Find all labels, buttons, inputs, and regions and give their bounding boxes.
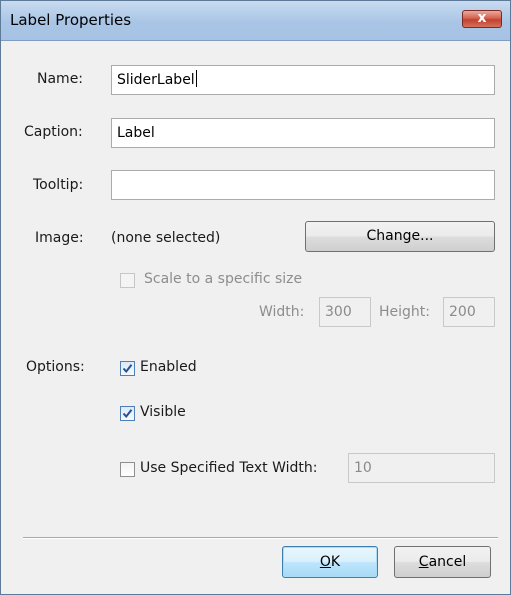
enabled-checkbox[interactable] [120,361,135,376]
cancel-button[interactable]: Cancel [394,546,491,578]
ok-button[interactable]: OK [282,546,378,578]
options-label: Options: [26,359,85,375]
name-value: SliderLabel [117,72,195,88]
visible-label: Visible [140,404,186,420]
width-field[interactable]: 300 [319,297,371,327]
caption-label: Caption: [24,124,83,140]
scale-label: Scale to a specific size [144,271,303,287]
ok-rest: K [330,554,341,570]
checkmark-icon [122,364,133,374]
name-field[interactable]: SliderLabel [111,65,495,95]
change-image-label: Change... [366,228,434,244]
tooltip-label: Tooltip: [33,177,84,193]
caption-field[interactable]: Label [111,118,495,148]
label-properties-dialog: Label Properties x Name: SliderLabel Cap… [0,0,511,595]
close-button[interactable]: x [462,10,502,28]
cancel-rest: ancel [428,554,467,570]
width-value: 300 [325,304,352,320]
enabled-label: Enabled [140,359,197,375]
checkmark-icon [122,409,133,419]
ok-accel: O [319,554,331,570]
height-field[interactable]: 200 [443,297,495,327]
text-caret [195,70,197,87]
dialog-title: Label Properties [10,11,132,29]
height-value: 200 [449,304,476,320]
image-label: Image: [35,230,84,246]
text-width-value: 10 [354,460,372,476]
width-label: Width: [259,304,305,320]
change-image-button[interactable]: Change... [305,221,495,252]
text-width-checkbox[interactable] [120,462,135,477]
visible-checkbox[interactable] [120,406,135,421]
tooltip-field[interactable] [111,170,495,200]
separator [23,537,498,539]
text-width-label: Use Specified Text Width: [140,460,318,476]
caption-value: Label [117,125,155,141]
scale-checkbox[interactable] [120,273,135,288]
cancel-accel: C [418,554,429,570]
name-label: Name: [37,71,84,87]
title-bar[interactable]: Label Properties x [1,1,510,41]
height-label: Height: [379,304,430,320]
text-width-field[interactable]: 10 [348,453,495,483]
close-icon: x [477,10,487,26]
image-value: (none selected) [111,230,221,246]
